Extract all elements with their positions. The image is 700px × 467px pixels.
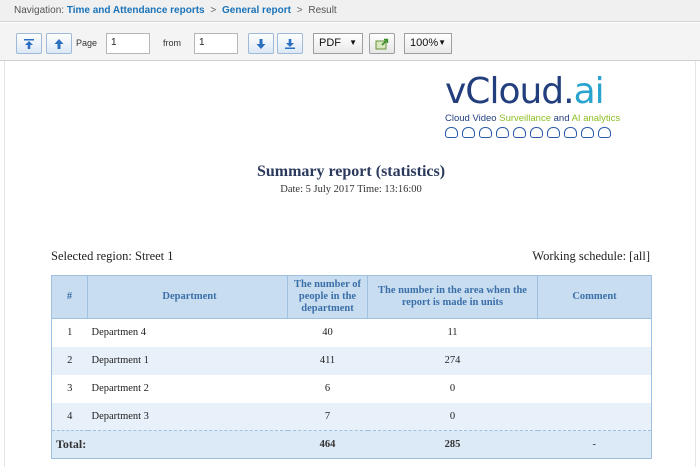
previous-page-button[interactable]	[46, 33, 72, 54]
row-people: 40	[322, 327, 333, 339]
row-area: 0	[449, 383, 456, 394]
row-number: 3	[67, 383, 73, 394]
selected-region: Selected region: Street 1	[51, 249, 174, 263]
column-header-number: #	[51, 275, 88, 319]
breadcrumb-prefix: Navigation:	[14, 5, 65, 16]
chevron-down-icon: ▼	[349, 38, 357, 47]
row-area: 11	[447, 327, 458, 339]
cloud-icon	[513, 127, 526, 138]
report-title: Summary report (statistics)	[256, 163, 446, 180]
page-label: Page	[76, 38, 98, 48]
row-comment	[538, 403, 652, 431]
row-department: Department 1	[91, 355, 149, 366]
cloud-icon	[547, 127, 560, 138]
last-page-icon	[285, 38, 295, 49]
zoom-select[interactable]: 100% ▼	[404, 33, 452, 54]
row-area: 0	[449, 410, 456, 422]
logo-name: vCloud.	[445, 71, 575, 112]
cloud-icon	[598, 127, 611, 138]
next-page-button[interactable]	[248, 33, 274, 54]
cloud-icon	[445, 127, 458, 138]
first-page-icon	[24, 38, 34, 49]
report-page: vCloud.ai Cloud Video Surveillance and A…	[4, 61, 696, 467]
total-people: 464	[287, 430, 368, 459]
row-comment	[538, 375, 652, 403]
breadcrumb-separator: >	[210, 5, 217, 16]
table-header-row: # Department The number of people in the…	[51, 275, 652, 319]
table-row: 3 Department 2 6 0	[51, 374, 652, 403]
cloud-icon	[462, 127, 475, 138]
page-number-input[interactable]: 1	[106, 33, 150, 54]
breadcrumb-separator: >	[296, 5, 303, 16]
row-number: 2	[67, 355, 73, 366]
column-header-comment: Comment	[537, 275, 652, 319]
logo-tagline: Cloud Video Surveillance and AI analytic…	[445, 113, 655, 124]
logo-wordmark: vCloud.ai	[445, 73, 655, 111]
breadcrumb: Navigation: Time and Attendance reports …	[0, 0, 700, 22]
working-schedule: Working schedule: [all]	[532, 249, 650, 263]
total-comment: -	[537, 430, 652, 459]
breadcrumb-link-general-report[interactable]: General report	[222, 5, 291, 16]
export-button[interactable]	[369, 33, 395, 54]
column-header-people: The number of people in the department	[287, 275, 368, 319]
summary-table: # Department The number of people in the…	[51, 275, 652, 459]
first-page-button[interactable]	[16, 33, 42, 54]
total-label: Total:	[51, 430, 288, 459]
table-row: 1 Departmen 4 40 11	[51, 318, 652, 347]
export-icon	[375, 38, 389, 49]
row-comment	[538, 319, 652, 347]
cloud-icon	[479, 127, 492, 138]
logo-tagline-part: Cloud Video	[445, 113, 500, 124]
logo-tagline-highlight: AI analytics	[571, 113, 621, 124]
logo-tagline-highlight: Surveillance	[499, 113, 551, 124]
from-label: from	[163, 38, 181, 48]
row-number: 1	[67, 327, 73, 339]
arrow-down-icon	[256, 38, 266, 49]
cloud-icon	[530, 127, 543, 138]
total-row: Total: 464 285 -	[51, 430, 652, 459]
report-date: Date: 5 July 2017 Time: 13:16:00	[280, 184, 422, 195]
row-area: 274	[444, 355, 461, 366]
logo-tagline-part: and	[550, 113, 572, 124]
table-row: 4 Department 3 7 0	[51, 402, 652, 431]
arrow-up-icon	[54, 38, 64, 49]
cloud-icon	[564, 127, 577, 138]
row-people: 7	[324, 410, 331, 422]
cloud-icon	[496, 127, 509, 138]
column-header-department: Department	[87, 275, 288, 319]
export-format-value: PDF	[319, 37, 341, 49]
row-number: 4	[67, 410, 73, 422]
export-format-select[interactable]: PDF ▼	[313, 33, 363, 54]
cloud-icon	[581, 127, 594, 138]
last-page-button[interactable]	[277, 33, 303, 54]
logo-name-accent: ai	[573, 71, 605, 112]
cloud-icons-row	[445, 127, 655, 138]
total-pages-field: 1	[194, 33, 238, 54]
column-header-area: The number in the area when the report i…	[367, 275, 538, 319]
company-logo: vCloud.ai Cloud Video Surveillance and A…	[445, 73, 655, 138]
table-row: 2 Department 1 411 274	[51, 346, 652, 375]
row-department: Departmen 4	[91, 327, 147, 339]
total-area: 285	[367, 430, 538, 459]
zoom-value: 100%	[410, 37, 439, 49]
report-toolbar: Page 1 from 1 PDF ▼ 100% ▼	[0, 23, 700, 61]
breadcrumb-current: Result	[308, 5, 337, 16]
row-department: Department 2	[91, 383, 149, 394]
chevron-down-icon: ▼	[438, 38, 446, 47]
row-people: 6	[324, 383, 331, 394]
row-people: 411	[319, 355, 336, 366]
row-comment	[538, 347, 652, 375]
breadcrumb-link-time-attendance[interactable]: Time and Attendance reports	[67, 5, 205, 16]
row-department: Department 3	[91, 410, 149, 422]
